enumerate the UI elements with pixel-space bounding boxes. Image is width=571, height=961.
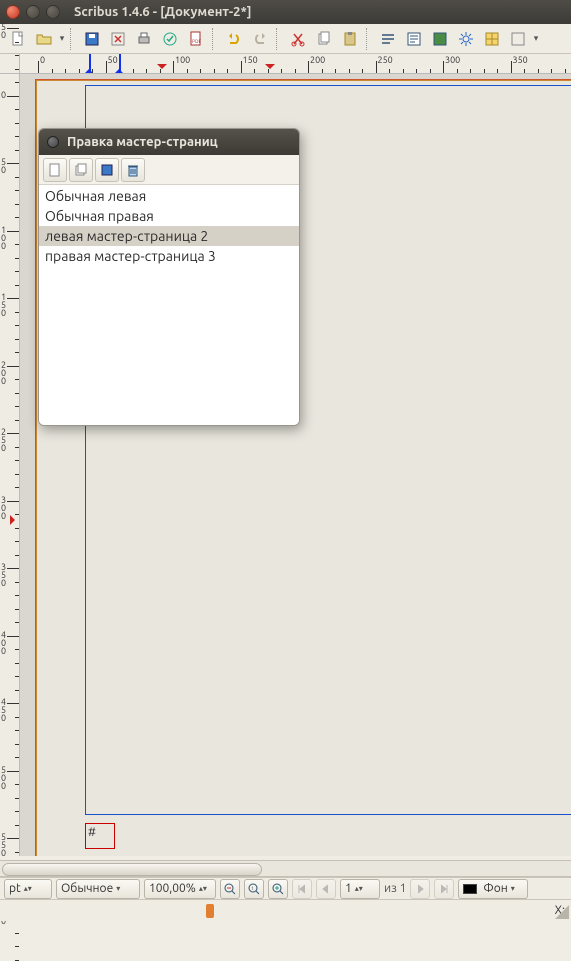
window-minimize-button[interactable] xyxy=(26,5,40,19)
new-doc-button[interactable] xyxy=(6,27,30,51)
prev-page-button[interactable] xyxy=(316,879,336,899)
zoom-reset-button[interactable]: 1 xyxy=(244,879,264,899)
window-titlebar: Scribus 1.4.6 - [Документ-2*] xyxy=(0,0,571,24)
first-page-button[interactable] xyxy=(292,879,312,899)
layer-selector[interactable]: Фон▾ xyxy=(458,879,528,899)
open-doc-button[interactable] xyxy=(32,27,56,51)
zoom-out-button[interactable] xyxy=(220,879,240,899)
frame-placeholder: # xyxy=(88,826,96,839)
master-page-item[interactable]: Обычная левая xyxy=(39,186,299,206)
frame-dropdown[interactable]: ▾ xyxy=(532,33,540,44)
duplicate-master-button[interactable] xyxy=(69,158,93,182)
master-pages-list[interactable]: Обычная леваяОбычная праваялевая мастер-… xyxy=(39,185,299,425)
new-master-button[interactable] xyxy=(43,158,67,182)
undo-button[interactable] xyxy=(222,27,246,51)
window-resize-grip[interactable] xyxy=(555,905,569,919)
panel-title-text: Правка мастер-страниц xyxy=(67,135,218,149)
preflight-button[interactable] xyxy=(158,27,182,51)
master-page-item[interactable]: правая мастер-страница 3 xyxy=(39,246,299,266)
unit-selector[interactable]: pt▴▾ xyxy=(4,879,52,899)
open-dropdown[interactable]: ▾ xyxy=(58,33,66,44)
import-master-button[interactable] xyxy=(95,158,119,182)
settings-button[interactable] xyxy=(454,27,478,51)
redo-button[interactable] xyxy=(248,27,272,51)
zoom-value[interactable]: 100,00%▴▾ xyxy=(144,879,216,899)
window-title: Scribus 1.4.6 - [Документ-2*] xyxy=(74,5,252,19)
status-bar: pt▴▾ Обычное▾ 100,00%▴▾ 1 1▴▾ из 1 Фон▾ xyxy=(0,877,571,899)
print-button[interactable] xyxy=(132,27,156,51)
layer-color-swatch xyxy=(463,884,477,894)
last-page-button[interactable] xyxy=(434,879,454,899)
ruler-horizontal[interactable]: 050100150200250300350 xyxy=(20,54,571,74)
main-toolbar: ▾ PDF ▾ xyxy=(0,24,571,54)
text-props-button[interactable] xyxy=(376,27,400,51)
info-bar: X: xyxy=(0,899,571,921)
horizontal-scrollbar[interactable] xyxy=(0,860,571,877)
zoom-in-button[interactable] xyxy=(268,879,288,899)
svg-text:PDF: PDF xyxy=(192,38,202,44)
window-close-button[interactable] xyxy=(6,5,20,19)
ruler-origin[interactable] xyxy=(0,54,20,74)
indicator-marker xyxy=(160,54,168,72)
zoom-mode-selector[interactable]: Обычное▾ xyxy=(56,879,140,899)
export-pdf-button[interactable]: PDF xyxy=(184,27,208,51)
svg-text:1: 1 xyxy=(251,885,254,891)
save-button[interactable] xyxy=(80,27,104,51)
frame-button[interactable] xyxy=(506,27,530,51)
master-page-item[interactable]: Обычная правая xyxy=(39,206,299,226)
copy-button[interactable] xyxy=(312,27,336,51)
master-pages-panel[interactable]: Правка мастер-страниц Обычная леваяОбычн… xyxy=(38,128,300,426)
status-indicator-icon xyxy=(206,904,214,918)
indicator-marker xyxy=(268,54,276,72)
paste-button[interactable] xyxy=(338,27,362,51)
panel-toolbar xyxy=(39,155,299,185)
image-edit-button[interactable] xyxy=(428,27,452,51)
panel-titlebar[interactable]: Правка мастер-страниц xyxy=(39,129,299,155)
scrollbar-thumb[interactable] xyxy=(2,863,262,876)
text-frame[interactable]: # xyxy=(85,823,115,849)
delete-master-button[interactable] xyxy=(121,158,145,182)
panel-close-button[interactable] xyxy=(47,136,59,148)
page-number-input[interactable]: 1▴▾ xyxy=(340,879,380,899)
master-page-item[interactable]: левая мастер-страница 2 xyxy=(39,226,299,246)
table-button[interactable] xyxy=(480,27,504,51)
next-page-button[interactable] xyxy=(410,879,430,899)
page-count-label: из 1 xyxy=(384,882,406,895)
text-edit-button[interactable] xyxy=(402,27,426,51)
window-maximize-button[interactable] xyxy=(46,5,60,19)
close-doc-button[interactable] xyxy=(106,27,130,51)
cut-button[interactable] xyxy=(286,27,310,51)
ruler-vertical[interactable]: 50050100150200250300350400450500550600 xyxy=(0,74,20,856)
